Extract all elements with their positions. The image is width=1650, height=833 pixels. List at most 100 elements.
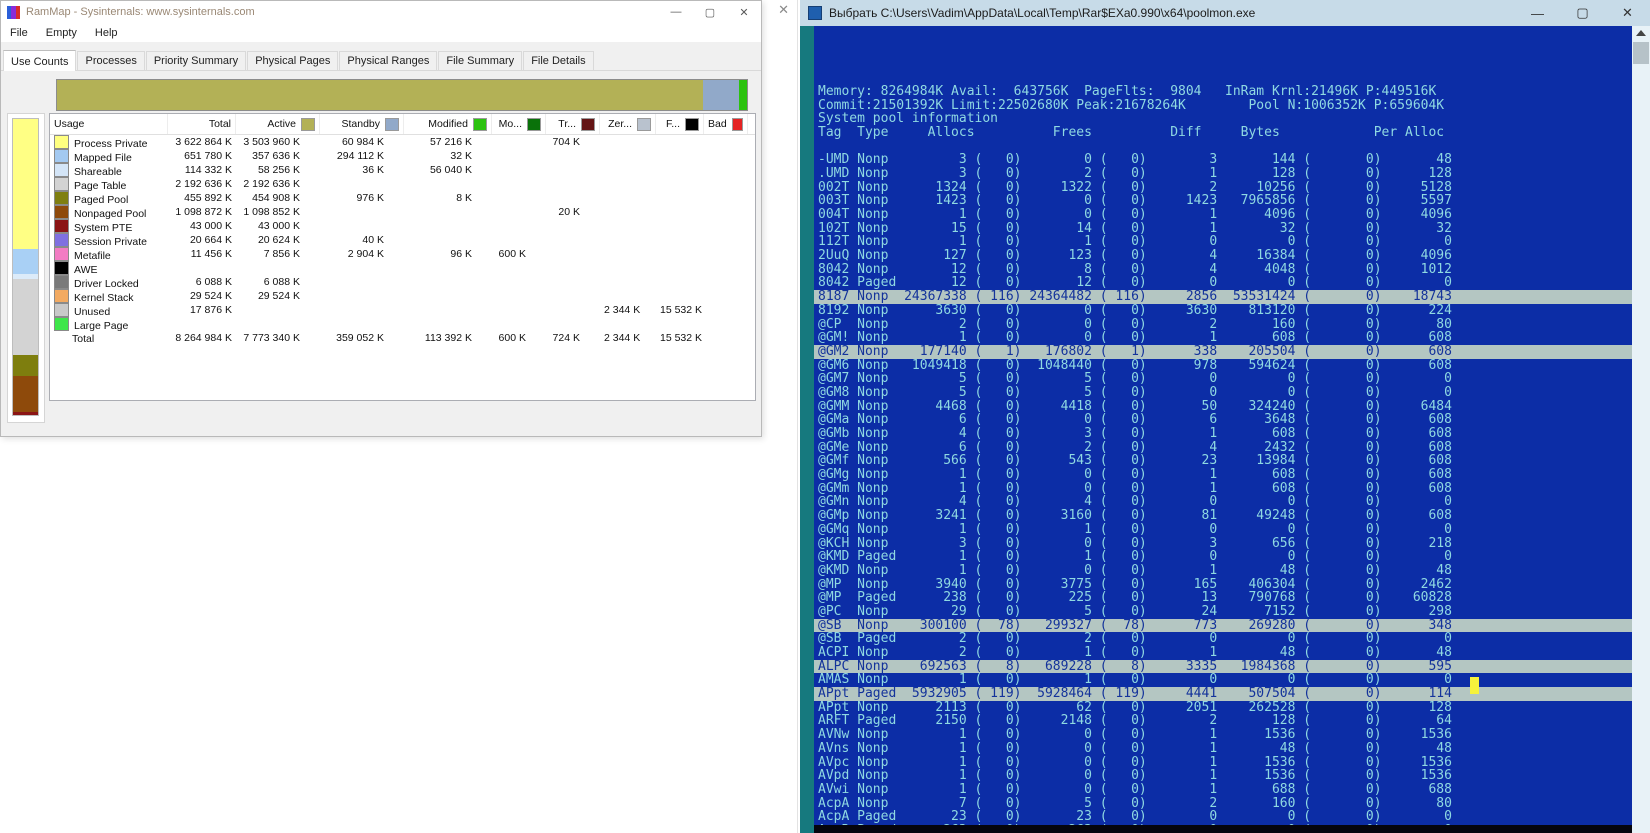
cell-value: 600 K: [498, 332, 526, 344]
cell-value: 96 K: [450, 248, 472, 260]
rammap-app-icon: [7, 5, 20, 19]
maximize-icon[interactable]: ▢: [1560, 0, 1605, 26]
maximize-icon[interactable]: ▢: [693, 1, 727, 23]
console-line: @GM! Nonp 1 ( 0) 0 ( 0) 1 608 ( 0) 608: [818, 330, 1452, 346]
table-row-page-table[interactable]: Page Table 2 192 636 K2 192 636 K: [50, 176, 755, 192]
cell-value: 454 908 K: [252, 192, 300, 204]
console-line: 8042 Nonp 12 ( 0) 8 ( 0) 4 4048 ( 0) 101…: [818, 261, 1452, 277]
cell-value: 3 503 960 K: [243, 136, 300, 148]
console-line: @SB Paged 2 ( 0) 2 ( 0) 0 0 ( 0) 0: [818, 631, 1452, 647]
tab-physical-ranges[interactable]: Physical Ranges: [339, 51, 438, 70]
console-line: @GM7 Nonp 5 ( 0) 5 ( 0) 0 0 ( 0) 0: [818, 371, 1452, 387]
column-header-tr[interactable]: Tr...: [546, 114, 600, 134]
row-label: Total: [72, 332, 95, 345]
close-icon[interactable]: ✕: [727, 1, 761, 23]
scroll-up-icon[interactable]: [1636, 30, 1646, 36]
menu-item-help[interactable]: Help: [86, 27, 127, 39]
column-header-f[interactable]: F...: [656, 114, 704, 134]
cell-value: 7 773 340 K: [243, 332, 300, 344]
column-header-modified[interactable]: Modified: [404, 114, 492, 134]
column-header-total[interactable]: Total: [168, 114, 236, 134]
minimize-icon[interactable]: —: [659, 1, 693, 23]
column-header-active[interactable]: Active: [236, 114, 320, 134]
column-label: F...: [665, 118, 680, 130]
row-swatch: [54, 288, 69, 303]
console-line: @GM8 Nonp 5 ( 0) 5 ( 0) 0 0 ( 0) 0: [818, 384, 1452, 400]
table-row-total[interactable]: Total 8 264 984 K 7 773 340 K 359 052 K 113 …: [50, 331, 755, 345]
table-row-large-page[interactable]: Large Page: [50, 316, 755, 332]
cell-value: 1 098 852 K: [243, 206, 300, 218]
console-line: 004T Nonp 1 ( 0) 0 ( 0) 1 4096 ( 0) 4096: [818, 207, 1452, 222]
console-line: @GMb Nonp 4 ( 0) 3 ( 0) 1 608 ( 0) 608: [818, 426, 1452, 441]
column-label: Standby: [341, 118, 380, 130]
row-swatch: [54, 148, 69, 163]
cell-value: 40 K: [362, 234, 384, 246]
row-label: Large Page: [74, 319, 129, 332]
column-header-bad[interactable]: Bad: [704, 114, 748, 134]
minimize-icon[interactable]: —: [1515, 0, 1560, 26]
cell-value: 29 524 K: [189, 290, 232, 302]
bar-segment-mapped-file: [13, 249, 38, 275]
scrollbar-thumb[interactable]: [1633, 42, 1649, 64]
bar-segment-modified: [738, 80, 747, 110]
memory-side-panel: [7, 113, 45, 423]
bar-segment-active: [57, 80, 703, 110]
cell-value: 359 052 K: [336, 332, 384, 344]
console-window-title: Выбрать C:\Users\Vadim\AppData\Local\Tem…: [829, 6, 1256, 20]
table-row-driver-locked[interactable]: Driver Locked 6 088 K6 088 K: [50, 274, 755, 290]
cell-value: 15 532 K: [660, 332, 703, 344]
table-row-mapped-file[interactable]: Mapped File 651 780 K 357 636 K 294 112 K 32…: [50, 148, 755, 164]
column-swatch: [685, 117, 699, 131]
console-line: 8042 Paged 12 ( 0) 12 ( 0) 0 0 ( 0) 0: [818, 275, 1452, 291]
poolmon-console-window: Выбрать C:\Users\Vadim\AppData\Local\Tem…: [800, 0, 1650, 833]
column-header-mo[interactable]: Mo...: [492, 114, 546, 134]
row-swatch: [54, 162, 69, 177]
table-header-row: Usage Total Active Standby Modified Mo... Tr..…: [50, 114, 755, 135]
console-scrollbar[interactable]: [1632, 26, 1650, 833]
cell-value: 20 664 K: [189, 234, 232, 246]
table-row-session-private[interactable]: Session Private 20 664 K 20 624 K 40 K: [50, 232, 755, 248]
table-row-awe[interactable]: AWE: [50, 260, 755, 276]
tab-physical-pages[interactable]: Physical Pages: [247, 51, 339, 70]
cell-value: 17 876 K: [189, 304, 232, 316]
column-label: Zer...: [608, 118, 632, 130]
console-line: AMAS Nonp 1 ( 0) 1 ( 0) 0 0 ( 0) 0: [818, 672, 1452, 688]
table-row-process-private[interactable]: Process Private 3 622 864 K3 503 960 K 60 …: [50, 134, 755, 150]
console-line: APpt Nonp 2113 ( 0) 62 ( 0) 2051 262528 …: [818, 699, 1452, 715]
console-line: @PC Nonp 29 ( 0) 5 ( 0) 24 7152 ( 0) 298: [818, 603, 1452, 619]
cell-value: 15 532 K: [660, 304, 703, 316]
menu-item-file[interactable]: File: [1, 27, 37, 39]
row-swatch: [54, 246, 69, 261]
table-row-paged-pool[interactable]: Paged Pool 455 892 K 454 908 K 976 K8 K: [50, 190, 755, 206]
cell-value: 2 192 636 K: [175, 178, 232, 190]
table-row-metafile[interactable]: Metafile 11 456 K7 856 K2 904 K 96 K 600 K: [50, 246, 755, 262]
column-label: Total: [208, 118, 231, 130]
table-row-kernel-stack[interactable]: Kernel Stack 29 524 K 29 524 K: [50, 288, 755, 304]
tab-file-details[interactable]: File Details: [523, 51, 594, 70]
column-header-standby[interactable]: Standby: [320, 114, 404, 134]
table-row-nonpaged-pool[interactable]: Nonpaged Pool 1 098 872 K1 098 852 K 20 K: [50, 204, 755, 220]
console-line: Memory: 8264984K Avail: 643756K PageFlts…: [818, 83, 1437, 99]
row-swatch: [54, 176, 69, 191]
console-line: APpt Paged 5932905 ( 119) 5928464 ( 119)…: [814, 687, 1632, 701]
table-row-shareable[interactable]: Shareable 114 332 K 58 256 K 36 K 56 040 K: [50, 162, 755, 178]
close-icon[interactable]: ✕: [1605, 0, 1650, 26]
tab-use-counts[interactable]: Use Counts: [3, 50, 77, 71]
menu-item-empty[interactable]: Empty: [37, 27, 86, 39]
background-close-icon[interactable]: ✕: [778, 2, 789, 18]
bar-segment-paged-pool: [13, 355, 38, 377]
console-line: @GM2 Nonp 177140 ( 1) 176802 ( 1) 338 20…: [814, 345, 1632, 359]
table-row-system-pte[interactable]: System PTE 43 000 K 43 000 K: [50, 218, 755, 234]
cell-value: 2 904 K: [347, 248, 384, 260]
column-header-usage[interactable]: Usage: [50, 114, 168, 134]
rammap-menubar: File Empty Help: [1, 23, 761, 43]
tab-priority-summary[interactable]: Priority Summary: [145, 51, 247, 70]
bar-segment-page-table: [13, 279, 38, 356]
tab-processes[interactable]: Processes: [77, 51, 145, 70]
column-header-zer[interactable]: Zer...: [600, 114, 656, 134]
cell-value: 36 K: [362, 164, 384, 176]
table-row-unused[interactable]: Unused 17 876 K2 344 K 15 532 K: [50, 302, 755, 318]
tab-file-summary[interactable]: File Summary: [438, 51, 523, 70]
console-line: 112T Nonp 1 ( 0) 1 ( 0) 0 0 ( 0) 0: [818, 234, 1452, 250]
bar-segment-process-private: [13, 119, 38, 250]
